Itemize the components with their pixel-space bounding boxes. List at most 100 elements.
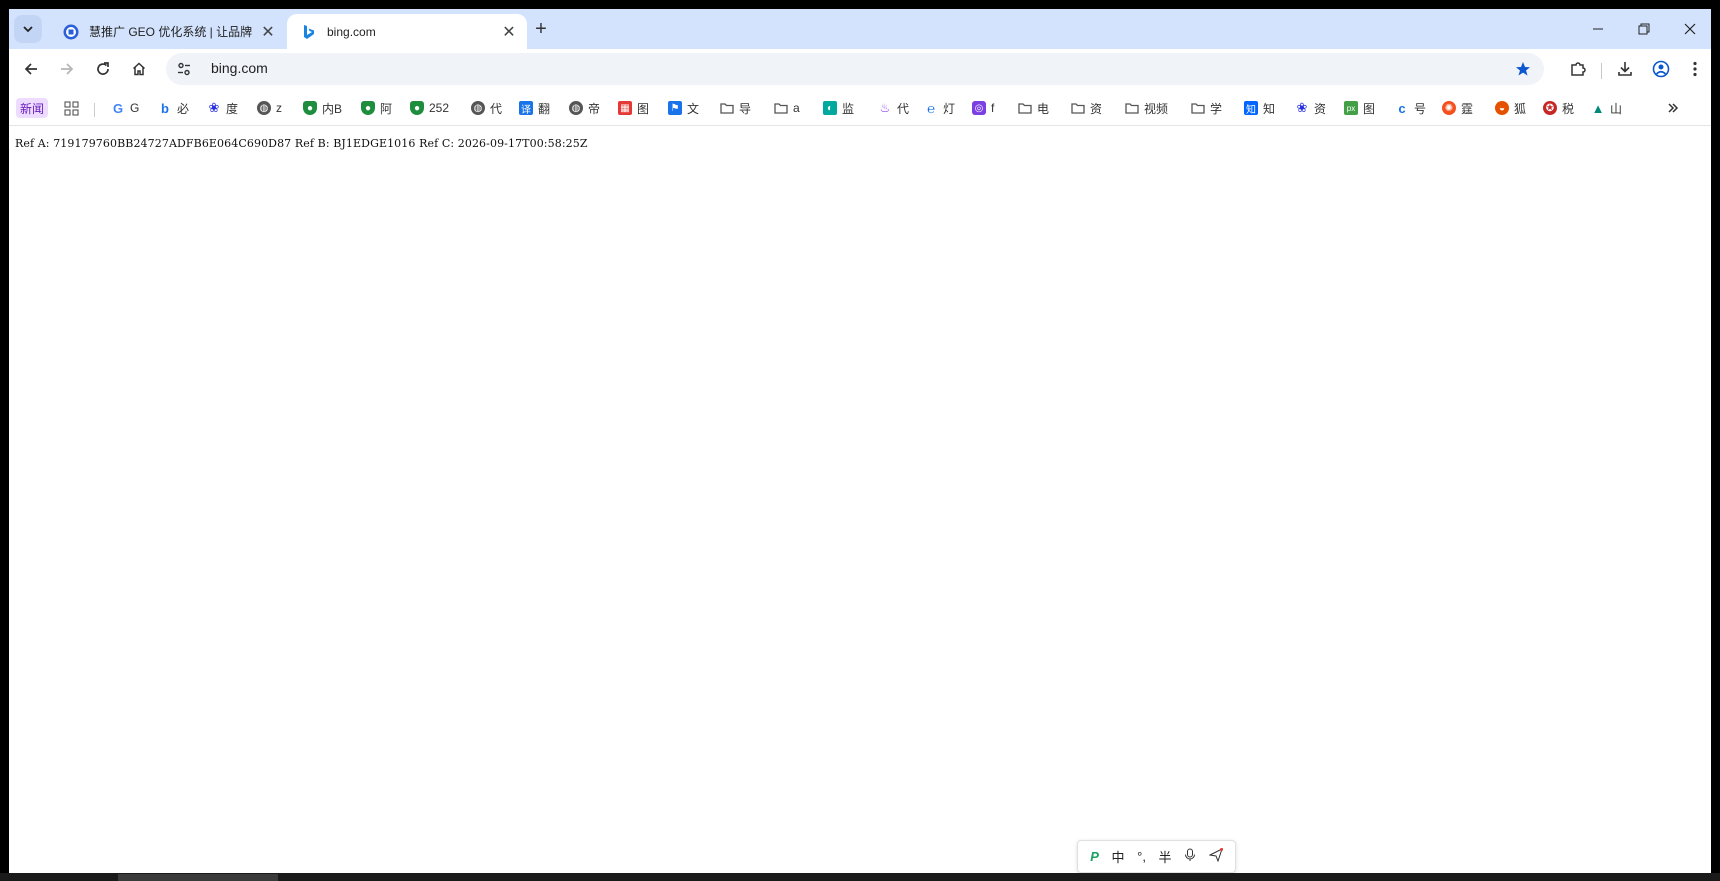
bookmark-label: 代 bbox=[897, 101, 910, 116]
tab-search-button[interactable] bbox=[14, 15, 42, 43]
bookmark-label: a bbox=[793, 101, 800, 115]
bookmark-item[interactable]: ● 内B bbox=[303, 97, 342, 119]
bookmark-label: 电 bbox=[1037, 101, 1050, 116]
globe-icon: ◍ bbox=[569, 101, 583, 115]
send-icon[interactable] bbox=[1208, 848, 1223, 865]
page-content: Ref A: 719179760BB24727ADFB6E064C690D87 … bbox=[9, 126, 1711, 873]
bookmark-label: 狐 bbox=[1514, 101, 1527, 116]
bookmark-item[interactable]: ◎ f bbox=[972, 97, 994, 119]
restore-button[interactable] bbox=[1621, 9, 1667, 49]
downloads-button[interactable] bbox=[1610, 54, 1640, 84]
tab-huituiguang[interactable]: 慧推广 GEO 优化系统 | 让品牌 ✕ bbox=[49, 14, 286, 49]
apps-grid-icon bbox=[64, 101, 79, 115]
reload-button[interactable] bbox=[88, 54, 118, 84]
monitor-teal-icon: ◐ bbox=[823, 101, 837, 115]
baidu-paw-icon: ❀ bbox=[1296, 100, 1308, 115]
address-bar[interactable]: bing.com bbox=[166, 53, 1544, 85]
bookmark-item[interactable]: c号 bbox=[1395, 97, 1426, 119]
tab-strip: 慧推广 GEO 优化系统 | 让品牌 ✕ bing.com ✕ + bbox=[9, 9, 1711, 49]
baidu-paw-icon: ❀ bbox=[208, 100, 220, 115]
ime-halfwidth-toggle[interactable]: 半 bbox=[1159, 847, 1172, 866]
new-tab-button[interactable]: + bbox=[529, 17, 553, 41]
folder-icon bbox=[1191, 101, 1205, 115]
bookmark-folder[interactable]: 资 bbox=[1071, 97, 1102, 119]
close-tab-icon[interactable]: ✕ bbox=[258, 22, 278, 42]
bookmark-item[interactable]: ℮ 灯 bbox=[924, 97, 955, 119]
ime-chinese-toggle[interactable]: 中 bbox=[1112, 847, 1125, 866]
ime-toolbar: P 中 °, 半 bbox=[1077, 840, 1236, 873]
emblem-icon: ✪ bbox=[1543, 101, 1557, 115]
taskbar-strip bbox=[0, 873, 1720, 881]
bookmark-item[interactable]: ◍ 帝 bbox=[569, 97, 600, 119]
bookmark-label: 252 bbox=[429, 101, 450, 115]
more-bookmarks-button[interactable] bbox=[1663, 98, 1683, 118]
bookmark-label: 资 bbox=[1314, 101, 1327, 116]
bookmark-label: 度 bbox=[226, 101, 239, 116]
bookmark-item[interactable]: ◐ 监 bbox=[823, 97, 854, 119]
bookmark-folder[interactable]: 电 bbox=[1018, 97, 1049, 119]
bookmark-item[interactable]: ▲ 山 bbox=[1591, 97, 1622, 119]
forward-button[interactable] bbox=[52, 54, 82, 84]
minimize-button[interactable] bbox=[1575, 9, 1621, 49]
bookmark-item[interactable]: ❀ 资 bbox=[1295, 97, 1326, 119]
bookmark-folder[interactable]: 导 bbox=[720, 97, 751, 119]
bookmark-item[interactable]: 译翻 bbox=[519, 97, 550, 119]
lamp-blue-icon: ℮ bbox=[927, 100, 935, 116]
back-button[interactable] bbox=[16, 54, 46, 84]
zhihu-icon: 知 bbox=[1244, 101, 1258, 116]
bookmark-label: 号 bbox=[1414, 101, 1427, 116]
folder-icon bbox=[1071, 101, 1085, 115]
purple-drop-icon: ♨ bbox=[879, 101, 891, 115]
bookmark-item[interactable]: px 图 bbox=[1344, 97, 1375, 119]
extensions-button[interactable] bbox=[1563, 54, 1593, 84]
bookmark-star-icon[interactable] bbox=[1512, 58, 1534, 80]
bookmark-item[interactable]: ❀ 度 bbox=[207, 97, 238, 119]
bookmark-label: 文 bbox=[687, 101, 700, 116]
bookmark-item[interactable]: ✪ 税 bbox=[1543, 97, 1574, 119]
profile-button[interactable] bbox=[1646, 54, 1676, 84]
bookmark-item[interactable]: ● 252 bbox=[410, 97, 449, 119]
ime-punctuation-toggle[interactable]: °, bbox=[1137, 849, 1146, 864]
bookmark-label: 霆 bbox=[1461, 101, 1474, 116]
fox-icon: ◒ bbox=[1495, 101, 1509, 115]
bookmark-item[interactable]: ◒ 狐 bbox=[1495, 97, 1526, 119]
bookmark-item[interactable]: ▦ 图 bbox=[618, 97, 649, 119]
site-info-icon[interactable] bbox=[176, 61, 192, 77]
bookmark-item[interactable]: ● 阿 bbox=[361, 97, 392, 119]
bookmark-item[interactable]: GG bbox=[111, 97, 139, 119]
bookmark-label: G bbox=[130, 101, 140, 115]
bookmark-label: f bbox=[991, 101, 995, 115]
bookmark-item[interactable]: ⚑ 文 bbox=[668, 97, 699, 119]
microphone-icon[interactable] bbox=[1184, 848, 1196, 865]
folder-icon bbox=[774, 101, 788, 115]
bookmark-folder[interactable]: 视频 bbox=[1125, 97, 1168, 119]
puzzle-icon bbox=[1571, 62, 1586, 76]
menu-button[interactable] bbox=[1680, 54, 1710, 84]
profile-avatar-icon bbox=[1652, 60, 1670, 78]
bookmarks-separator bbox=[94, 103, 95, 117]
home-button[interactable] bbox=[124, 54, 154, 84]
green-shield-icon: ● bbox=[410, 101, 424, 115]
bookmark-news[interactable]: 新闻 bbox=[16, 98, 49, 118]
taskbar-active-item[interactable] bbox=[118, 874, 278, 881]
bookmark-item[interactable]: 知知 bbox=[1244, 97, 1275, 119]
bookmark-folder[interactable]: a bbox=[774, 97, 800, 119]
tab-bing[interactable]: bing.com ✕ bbox=[287, 14, 527, 49]
bookmark-label: 山 bbox=[1610, 101, 1623, 116]
bookmark-folder[interactable]: 学 bbox=[1191, 97, 1222, 119]
close-tab-icon[interactable]: ✕ bbox=[499, 22, 519, 42]
bookmark-item[interactable]: ◍ z bbox=[257, 97, 282, 119]
bookmark-item[interactable]: ✺ 霆 bbox=[1442, 97, 1473, 119]
close-window-button[interactable] bbox=[1667, 9, 1711, 49]
google-icon: G bbox=[112, 100, 124, 116]
folder-icon bbox=[1125, 101, 1139, 115]
ime-logo-icon[interactable]: P bbox=[1090, 849, 1099, 864]
bookmark-label: 税 bbox=[1562, 101, 1575, 116]
bookmark-item[interactable]: ♨ 代 bbox=[878, 97, 909, 119]
green-shield-icon: ● bbox=[303, 101, 317, 115]
url-text: bing.com bbox=[211, 60, 268, 76]
close-icon bbox=[1684, 23, 1696, 35]
apps-button[interactable] bbox=[64, 97, 79, 119]
bookmark-item[interactable]: ◍ 代 bbox=[471, 97, 502, 119]
bookmark-item[interactable]: b必 bbox=[158, 97, 189, 119]
